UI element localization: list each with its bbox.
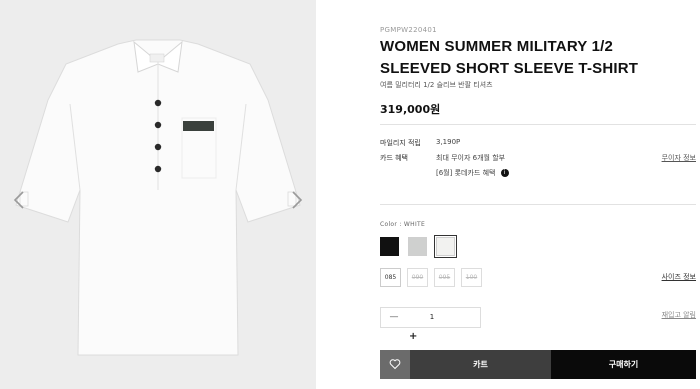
size-option-100[interactable]: 100 xyxy=(461,268,482,287)
product-image xyxy=(15,39,301,356)
divider xyxy=(380,204,696,205)
size-option-095[interactable]: 095 xyxy=(434,268,455,287)
product-sku: PGMPW220401 xyxy=(380,26,437,34)
size-guide-link[interactable]: 사이즈 정보 xyxy=(662,272,696,282)
card-event-row: [6월] 롯데카드 혜택 i xyxy=(436,168,509,178)
info-icon[interactable]: i xyxy=(500,169,509,177)
product-price: 319,000원 xyxy=(380,103,441,116)
quantity-increase-button[interactable]: + xyxy=(409,331,417,342)
add-to-cart-button[interactable]: 카트 xyxy=(410,350,551,379)
quantity-decrease-button[interactable]: — xyxy=(381,308,407,327)
mileage-label: 마일리지 적립 xyxy=(380,139,421,147)
product-info-panel: PGMPW220401 WOMEN SUMMER MILITARY 1/2 SL… xyxy=(380,0,696,389)
color-label: Color : WHITE xyxy=(380,221,426,228)
chevron-left-icon[interactable] xyxy=(12,190,26,210)
divider xyxy=(380,124,696,125)
size-option-090[interactable]: 090 xyxy=(407,268,428,287)
quantity-stepper: — 1 xyxy=(380,307,481,328)
quantity-input[interactable]: 1 xyxy=(407,308,457,327)
chevron-right-icon[interactable] xyxy=(290,190,304,210)
buy-now-button[interactable]: 구매하기 xyxy=(551,350,696,379)
installment-info-link[interactable]: 무이자 정보 xyxy=(662,153,696,163)
size-option-085[interactable]: 085 xyxy=(380,268,401,287)
purchase-actions: 카트 구매하기 xyxy=(380,350,696,379)
card-benefit-label: 카드 혜택 xyxy=(380,154,408,162)
restock-alert-link[interactable]: 재입고 알림 xyxy=(662,310,696,320)
card-benefit-value: 최대 무이자 6개월 할부 xyxy=(436,154,506,162)
product-title: WOMEN SUMMER MILITARY 1/2 SLEEVED SHORT … xyxy=(380,38,639,77)
color-swatch-white[interactable] xyxy=(434,235,457,258)
mileage-value: 3,190P xyxy=(436,138,461,146)
card-event-text: [6월] 롯데카드 혜택 xyxy=(436,169,496,177)
color-swatch-gray[interactable] xyxy=(408,237,427,256)
product-image-gallery xyxy=(0,0,316,389)
heart-icon xyxy=(389,359,401,370)
product-subtitle: 여름 밀리터리 1/2 슬리브 반팔 티셔츠 xyxy=(380,81,493,89)
wishlist-button[interactable] xyxy=(380,350,410,379)
color-swatch-black[interactable] xyxy=(380,237,399,256)
